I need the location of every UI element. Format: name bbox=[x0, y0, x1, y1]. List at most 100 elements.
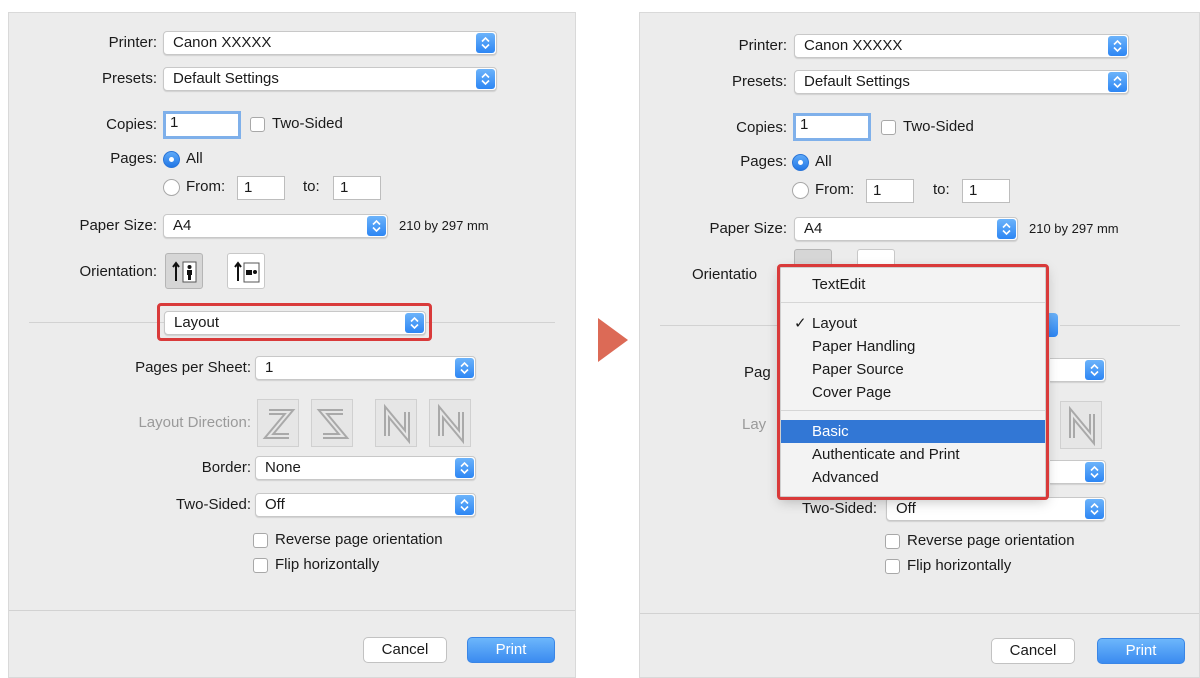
printer-label: Printer: bbox=[738, 37, 787, 54]
layout-direction-n-reverse-button[interactable] bbox=[375, 399, 417, 447]
pages-from-radio[interactable] bbox=[792, 182, 809, 199]
to-label: to: bbox=[933, 181, 950, 198]
popup-arrows-icon bbox=[1085, 360, 1104, 380]
to-field[interactable]: 1 bbox=[962, 179, 1010, 203]
section-popup-highlight bbox=[157, 303, 432, 341]
popup-arrows-icon bbox=[455, 458, 474, 478]
reverse-orientation-checkbox[interactable] bbox=[253, 533, 268, 548]
cancel-button[interactable]: Cancel bbox=[991, 638, 1075, 664]
to-field[interactable]: 1 bbox=[333, 176, 381, 200]
two-sided-popup-value: Off bbox=[265, 496, 285, 513]
pages-per-sheet-label: Pag bbox=[744, 364, 771, 381]
pages-per-sheet-popup[interactable]: 1 bbox=[255, 356, 476, 380]
presets-popup[interactable]: Default Settings bbox=[163, 67, 497, 91]
pages-per-sheet-label: Pages per Sheet: bbox=[135, 359, 251, 376]
two-sided-popup-label: Two-Sided: bbox=[175, 496, 251, 513]
layout-n-icon bbox=[1069, 405, 1095, 447]
printer-label: Printer: bbox=[108, 34, 157, 51]
cancel-button[interactable]: Cancel bbox=[363, 637, 447, 663]
popup-arrows-icon bbox=[476, 33, 495, 53]
copies-label: Copies: bbox=[736, 119, 787, 136]
to-label: to: bbox=[303, 178, 320, 195]
layout-z-icon bbox=[262, 409, 296, 439]
paper-size-value: A4 bbox=[173, 217, 192, 234]
copies-label: Copies: bbox=[106, 116, 157, 133]
layout-direction-s-button[interactable] bbox=[311, 399, 353, 447]
two-sided-label: Two-Sided bbox=[903, 118, 974, 135]
popup-arrows-icon bbox=[1085, 462, 1104, 482]
from-field[interactable]: 1 bbox=[237, 176, 285, 200]
popup-arrows-icon bbox=[455, 495, 474, 515]
pages-all-radio[interactable] bbox=[163, 151, 180, 168]
layout-direction-label: Layout Direction: bbox=[138, 414, 251, 431]
popup-arrows-icon bbox=[455, 358, 474, 378]
layout-n-icon bbox=[438, 403, 464, 445]
two-sided-label: Two-Sided bbox=[272, 115, 343, 132]
reverse-orientation-label: Reverse page orientation bbox=[275, 531, 443, 548]
from-label: From: bbox=[815, 181, 855, 198]
popup-arrows-icon bbox=[367, 216, 386, 236]
printer-value: Canon XXXXX bbox=[804, 37, 903, 54]
pages-all-label: All bbox=[186, 150, 203, 167]
two-sided-popup[interactable]: Off bbox=[886, 497, 1106, 521]
two-sided-checkbox[interactable] bbox=[881, 120, 896, 135]
pages-from-radio[interactable] bbox=[163, 179, 180, 196]
paper-size-popup[interactable]: A4 bbox=[794, 217, 1018, 241]
print-button[interactable]: Print bbox=[1097, 638, 1185, 664]
popup-arrows-icon bbox=[1108, 36, 1127, 56]
paper-size-popup[interactable]: A4 bbox=[163, 214, 388, 238]
paper-dimensions: 210 by 297 mm bbox=[1029, 221, 1119, 236]
portrait-icon bbox=[172, 261, 197, 283]
paper-dimensions: 210 by 297 mm bbox=[399, 218, 489, 233]
layout-direction-n-button[interactable] bbox=[1060, 401, 1102, 449]
layout-n-reverse-icon bbox=[384, 403, 410, 445]
printer-value: Canon XXXXX bbox=[173, 34, 272, 51]
layout-direction-n-button[interactable] bbox=[429, 399, 471, 447]
reverse-orientation-checkbox[interactable] bbox=[885, 534, 900, 549]
paper-size-label: Paper Size: bbox=[709, 220, 787, 237]
next-step-arrow-icon bbox=[598, 318, 628, 362]
pages-label: Pages: bbox=[740, 153, 787, 170]
two-sided-popup[interactable]: Off bbox=[255, 493, 476, 517]
copies-field[interactable]: 1 bbox=[793, 113, 871, 141]
two-sided-checkbox[interactable] bbox=[250, 117, 265, 132]
border-popup[interactable]: None bbox=[255, 456, 476, 480]
print-button[interactable]: Print bbox=[467, 637, 555, 663]
printer-popup[interactable]: Canon XXXXX bbox=[794, 34, 1129, 58]
paper-size-label: Paper Size: bbox=[79, 217, 157, 234]
printer-popup[interactable]: Canon XXXXX bbox=[163, 31, 497, 55]
print-dialog-menu-open: Printer: Canon XXXXX Presets: Default Se… bbox=[639, 12, 1200, 678]
presets-popup[interactable]: Default Settings bbox=[794, 70, 1129, 94]
flip-horizontally-checkbox[interactable] bbox=[885, 559, 900, 574]
pages-per-sheet-value: 1 bbox=[265, 359, 274, 376]
pages-all-radio[interactable] bbox=[792, 154, 809, 171]
layout-direction-label: Lay bbox=[742, 416, 767, 433]
border-popup[interactable] bbox=[1050, 460, 1106, 484]
presets-label: Presets: bbox=[101, 70, 157, 87]
presets-value: Default Settings bbox=[804, 73, 910, 90]
popup-arrows-icon bbox=[1108, 72, 1127, 92]
paper-size-value: A4 bbox=[804, 220, 823, 237]
copies-field[interactable]: 1 bbox=[163, 111, 241, 139]
from-field[interactable]: 1 bbox=[866, 179, 914, 203]
landscape-icon bbox=[234, 261, 260, 283]
flip-horizontally-checkbox[interactable] bbox=[253, 558, 268, 573]
orientation-label: Orientatio bbox=[692, 266, 758, 283]
flip-horizontally-label: Flip horizontally bbox=[275, 556, 380, 573]
popup-arrows-icon bbox=[997, 219, 1016, 239]
landscape-button[interactable] bbox=[227, 253, 265, 289]
section-menu-highlight bbox=[777, 264, 1049, 500]
presets-value: Default Settings bbox=[173, 70, 279, 87]
from-label: From: bbox=[186, 178, 226, 195]
layout-direction-z-button[interactable] bbox=[257, 399, 299, 447]
pages-label: Pages: bbox=[110, 150, 157, 167]
two-sided-popup-label: Two-Sided: bbox=[801, 500, 877, 517]
popup-arrows-icon bbox=[476, 69, 495, 89]
pages-per-sheet-popup[interactable] bbox=[1050, 358, 1106, 382]
two-sided-popup-value: Off bbox=[896, 500, 916, 517]
popup-arrows-icon bbox=[1085, 499, 1104, 519]
layout-s-icon bbox=[316, 409, 350, 439]
portrait-button[interactable] bbox=[165, 253, 203, 289]
border-label: Border: bbox=[201, 459, 251, 476]
border-value: None bbox=[265, 459, 301, 476]
